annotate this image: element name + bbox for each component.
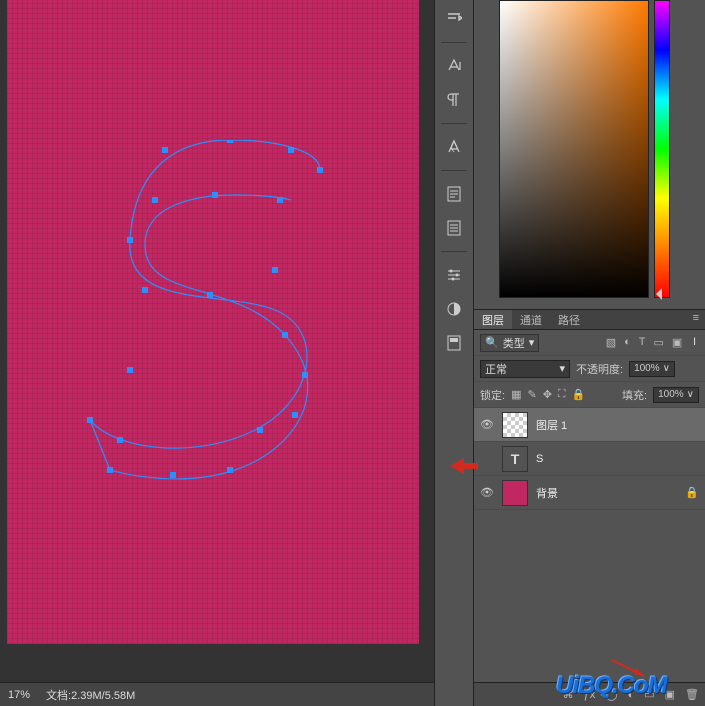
layers-footer: ⌘ ƒx ◯ ◐ ▭ ▣ 🗑 — [474, 682, 705, 706]
opacity-input[interactable]: 100%∨ — [629, 361, 675, 377]
layer-row[interactable]: 👁 背景 🔒 — [474, 476, 705, 510]
filter-pixel-icon[interactable]: ▧ — [606, 336, 616, 349]
opacity-label: 不透明度: — [576, 361, 623, 377]
tab-channels[interactable]: 通道 — [512, 310, 550, 329]
link-layers-icon[interactable]: ⌘ — [563, 688, 574, 701]
fill-value: 100% — [658, 389, 684, 400]
visibility-eye-icon[interactable]: 👁 — [480, 486, 494, 500]
lock-label: 锁定: — [480, 387, 505, 403]
filter-label: 类型 — [503, 335, 525, 351]
layer-thumbnail[interactable] — [502, 480, 528, 506]
color-field[interactable] — [499, 0, 649, 298]
canvas-area: 17% 文档:2.39M/5.58M — [0, 0, 434, 706]
lock-pos-icon[interactable]: ✥ — [543, 388, 552, 401]
visibility-eye-icon[interactable] — [480, 452, 494, 466]
type-tool-options — [434, 0, 474, 706]
paragraph-icon[interactable] — [441, 87, 467, 113]
lock-all-icon[interactable]: 🔒 — [572, 388, 586, 401]
filter-smart-icon[interactable]: ▣ — [672, 336, 682, 349]
lock-frame-icon[interactable]: ⛶ — [558, 388, 566, 401]
layer-row[interactable]: TS — [474, 442, 705, 476]
panel-tabs: 图层 通道 路径 ≡ — [474, 310, 705, 330]
right-panel-group: 图层 通道 路径 ≡ 🔍 类型 ▾ ▧ ◐ T ▭ ▣ ⏽ 正常 — [474, 0, 705, 706]
mask-icon[interactable]: ◯ — [605, 688, 617, 701]
adjustment-layer-icon[interactable]: ◐ — [628, 689, 635, 701]
layers-panel: 图层 通道 路径 ≡ 🔍 类型 ▾ ▧ ◐ T ▭ ▣ ⏽ 正常 — [474, 310, 705, 706]
layer-filter-row: 🔍 类型 ▾ ▧ ◐ T ▭ ▣ ⏽ — [474, 330, 705, 356]
doc-size: 文档:2.39M/5.58M — [46, 687, 135, 703]
zoom-level[interactable]: 17% — [8, 689, 30, 701]
properties-icon[interactable] — [441, 215, 467, 241]
layer-name[interactable]: 图层 1 — [536, 417, 699, 433]
layer-name[interactable]: 背景 — [536, 485, 677, 501]
group-icon[interactable]: ▭ — [644, 688, 654, 701]
layer-thumbnail[interactable] — [502, 412, 528, 438]
chevron-down-icon: ▾ — [559, 362, 565, 375]
paragraph-options-icon[interactable] — [441, 6, 467, 32]
fill-label: 填充: — [622, 387, 647, 403]
lock-trans-icon[interactable]: ▦ — [511, 388, 521, 401]
adjustments-sliders-icon[interactable] — [441, 262, 467, 288]
document-icon[interactable] — [441, 181, 467, 207]
tab-layers[interactable]: 图层 — [474, 310, 512, 329]
letter-a-underline-icon[interactable] — [441, 53, 467, 79]
glyph-a-icon[interactable] — [441, 134, 467, 160]
document-canvas[interactable] — [7, 0, 419, 644]
layer-name[interactable]: S — [536, 453, 699, 465]
lock-fill-row: 锁定: ▦ ✎ ✥ ⛶ 🔒 填充: 100%∨ — [474, 382, 705, 408]
chevron-down-icon: ▾ — [529, 336, 535, 349]
vector-path-s[interactable] — [75, 140, 335, 480]
filter-icons: ▧ ◐ T ▭ ▣ ⏽ — [606, 336, 699, 349]
lock-brush-icon[interactable]: ✎ — [527, 388, 536, 401]
opacity-value: 100% — [634, 363, 660, 374]
layer-thumbnail[interactable]: T — [502, 446, 528, 472]
filter-type-dropdown[interactable]: 🔍 类型 ▾ — [480, 334, 539, 352]
hue-slider[interactable] — [654, 0, 670, 298]
search-icon: 🔍 — [485, 336, 499, 349]
filter-adjust-icon[interactable]: ◐ — [624, 336, 631, 349]
tab-paths[interactable]: 路径 — [550, 310, 588, 329]
delete-icon[interactable]: 🗑 — [685, 688, 699, 701]
fx-icon[interactable]: ƒx — [584, 689, 596, 701]
panel-menu-icon[interactable]: ≡ — [687, 310, 705, 329]
adjustment-circle-icon[interactable] — [441, 296, 467, 322]
blend-mode-value: 正常 — [485, 361, 507, 377]
color-picker-panel — [474, 0, 705, 310]
layer-row[interactable]: 👁 图层 1 — [474, 408, 705, 442]
status-bar: 17% 文档:2.39M/5.58M — [0, 682, 434, 706]
filter-shape-icon[interactable]: ▭ — [653, 336, 663, 349]
filter-type-icon[interactable]: T — [639, 336, 646, 349]
fill-input[interactable]: 100%∨ — [653, 387, 699, 403]
blend-mode-select[interactable]: 正常 ▾ — [480, 360, 570, 378]
lock-icon: 🔒 — [685, 486, 699, 499]
visibility-eye-icon[interactable]: 👁 — [480, 418, 494, 432]
filter-toggle-icon[interactable]: ⏽ — [690, 336, 699, 349]
blend-opacity-row: 正常 ▾ 不透明度: 100%∨ — [474, 356, 705, 382]
layer-style-icon[interactable] — [441, 330, 467, 356]
hue-cursor[interactable] — [650, 288, 662, 300]
layers-list: 👁 图层 1 TS 👁 背景 🔒 — [474, 408, 705, 682]
new-layer-icon[interactable]: ▣ — [665, 688, 675, 701]
